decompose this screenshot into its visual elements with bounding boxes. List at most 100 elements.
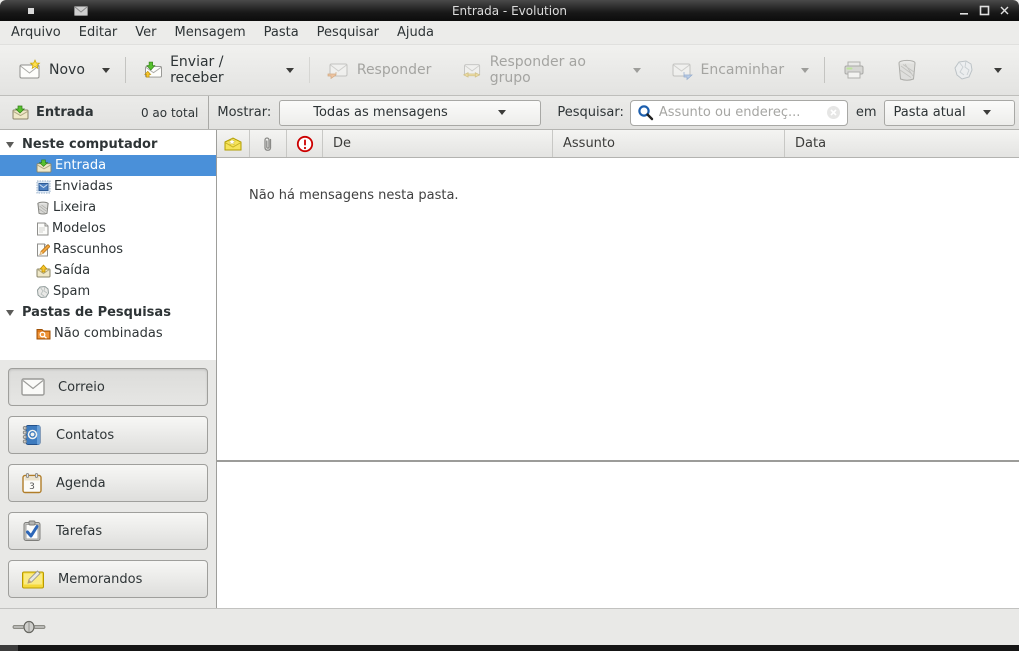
- column-header-de[interactable]: De: [323, 130, 553, 157]
- message-list-header: De Assunto Data: [217, 130, 1019, 158]
- send-receive-icon: [142, 58, 163, 82]
- evolution-window: Entrada - Evolution Arquivo Editar Ver M…: [0, 0, 1019, 651]
- menubar: Arquivo Editar Ver Mensagem Pasta Pesqui…: [0, 21, 1019, 45]
- menu-item-mensagem[interactable]: Mensagem: [166, 22, 255, 43]
- delete-button[interactable]: [887, 52, 927, 88]
- tree-group-neste-computador[interactable]: Neste computador: [0, 134, 216, 155]
- new-button-label: Novo: [49, 62, 85, 78]
- search-folder-icon: [36, 327, 51, 340]
- send-receive-button[interactable]: Enviar / receber: [134, 48, 277, 92]
- sent-icon: [36, 180, 51, 194]
- junk-icon: [952, 58, 976, 82]
- trash-icon: [896, 58, 918, 82]
- toolbar-overflow-button[interactable]: [987, 58, 1009, 83]
- calendar-day-number: 3: [29, 482, 35, 492]
- tree-group-pastas-de-pesquisas[interactable]: Pastas de Pesquisas: [0, 302, 216, 323]
- contacts-icon: [21, 424, 43, 446]
- window-dot-icon: [28, 8, 34, 14]
- priority-column-header[interactable]: [287, 130, 323, 157]
- column-header-data[interactable]: Data: [785, 130, 1019, 157]
- scope-value: Pasta atual: [894, 105, 966, 120]
- forward-button-label: Encaminhar: [701, 62, 785, 78]
- sidebar-item-rascunhos[interactable]: Rascunhos: [0, 239, 216, 260]
- sidebar-item-lixeira[interactable]: Lixeira: [0, 197, 216, 218]
- evolution-app-icon: [74, 6, 88, 16]
- message-status-icon: [224, 137, 242, 151]
- forward-icon: [670, 58, 694, 82]
- online-status-icon[interactable]: [12, 620, 46, 634]
- sidebar-item-saida[interactable]: Saída: [0, 260, 216, 281]
- inbox-icon: [12, 105, 29, 120]
- show-label: Mostrar:: [217, 105, 271, 120]
- close-button[interactable]: [997, 4, 1011, 18]
- inbox-icon: [36, 159, 52, 173]
- spam-icon: [36, 285, 50, 299]
- new-button[interactable]: Novo: [10, 52, 93, 88]
- reply-all-icon: [461, 58, 482, 82]
- message-count: 0 ao total: [141, 106, 198, 120]
- menu-item-pesquisar[interactable]: Pesquisar: [308, 22, 388, 43]
- search-input[interactable]: [659, 105, 826, 120]
- toolbar-separator: [824, 57, 825, 83]
- clear-search-icon[interactable]: [826, 105, 841, 120]
- maximize-button[interactable]: [977, 4, 991, 18]
- sidebar-item-enviadas[interactable]: Enviadas: [0, 176, 216, 197]
- print-button[interactable]: [833, 52, 875, 88]
- show-filter-dropdown[interactable]: Todas as mensagens: [279, 100, 541, 126]
- sidebar: Neste computador Entrada: [0, 130, 217, 608]
- menu-item-ver[interactable]: Ver: [126, 22, 165, 43]
- send-receive-label: Enviar / receber: [170, 54, 269, 86]
- outbox-icon: [36, 264, 51, 278]
- search-icon: [637, 104, 654, 121]
- switcher-button-contatos[interactable]: Contatos: [8, 416, 208, 454]
- sidebar-item-entrada[interactable]: Entrada: [0, 155, 216, 176]
- expander-icon: [6, 310, 14, 316]
- sidebar-item-spam[interactable]: Spam: [0, 281, 216, 302]
- send-receive-dropdown-button[interactable]: [279, 58, 301, 83]
- tasks-icon: [21, 520, 43, 542]
- scope-label: em: [856, 105, 877, 120]
- message-list[interactable]: Não há mensagens nesta pasta.: [217, 158, 1019, 460]
- window-title: Entrada - Evolution: [0, 4, 1019, 18]
- calendar-icon: 3: [21, 472, 43, 494]
- trash-icon: [36, 201, 50, 215]
- new-dropdown-button[interactable]: [95, 58, 117, 83]
- current-folder-name: Entrada: [36, 105, 94, 120]
- minimize-button[interactable]: [957, 4, 971, 18]
- switcher-button-correio[interactable]: Correio: [8, 368, 208, 406]
- switcher-button-tarefas[interactable]: Tarefas: [8, 512, 208, 550]
- scope-dropdown[interactable]: Pasta atual: [884, 100, 1015, 126]
- sidebar-item-modelos[interactable]: Modelos: [0, 218, 216, 239]
- reply-button[interactable]: Responder: [318, 52, 440, 88]
- sidebar-item-nao-combinadas[interactable]: Não combinadas: [0, 323, 216, 344]
- memos-icon: [21, 569, 45, 590]
- attachment-column-header[interactable]: [250, 130, 287, 157]
- show-filter-value: Todas as mensagens: [313, 105, 448, 120]
- switcher-button-memorandos[interactable]: Memorandos: [8, 560, 208, 598]
- menu-item-pasta[interactable]: Pasta: [255, 22, 308, 43]
- statusbar: [0, 608, 1019, 645]
- preview-pane: [217, 462, 1019, 608]
- forward-button[interactable]: Encaminhar: [662, 52, 793, 88]
- titlebar[interactable]: Entrada - Evolution: [0, 0, 1019, 21]
- reply-button-label: Responder: [357, 62, 432, 78]
- forward-dropdown-button[interactable]: [794, 58, 816, 83]
- folder-search-bar: Entrada 0 ao total Mostrar: Todas as men…: [0, 96, 1019, 130]
- expander-icon: [6, 142, 14, 148]
- menu-item-ajuda[interactable]: Ajuda: [388, 22, 443, 43]
- attachment-icon: [262, 135, 274, 153]
- reply-group-dropdown-button[interactable]: [626, 58, 648, 83]
- search-box: [630, 100, 848, 126]
- switcher-button-agenda[interactable]: 3 Agenda: [8, 464, 208, 502]
- menu-item-editar[interactable]: Editar: [70, 22, 127, 43]
- drafts-icon: [36, 243, 50, 257]
- reply-group-button[interactable]: Responder ao grupo: [453, 48, 623, 92]
- search-label: Pesquisar:: [557, 105, 624, 120]
- junk-button[interactable]: [943, 52, 985, 88]
- printer-icon: [842, 58, 866, 82]
- reply-group-label: Responder ao grupo: [490, 54, 616, 86]
- menu-item-arquivo[interactable]: Arquivo: [2, 22, 70, 43]
- view-switcher: Correio Contatos: [0, 360, 216, 608]
- status-column-header[interactable]: [217, 130, 250, 157]
- column-header-assunto[interactable]: Assunto: [553, 130, 785, 157]
